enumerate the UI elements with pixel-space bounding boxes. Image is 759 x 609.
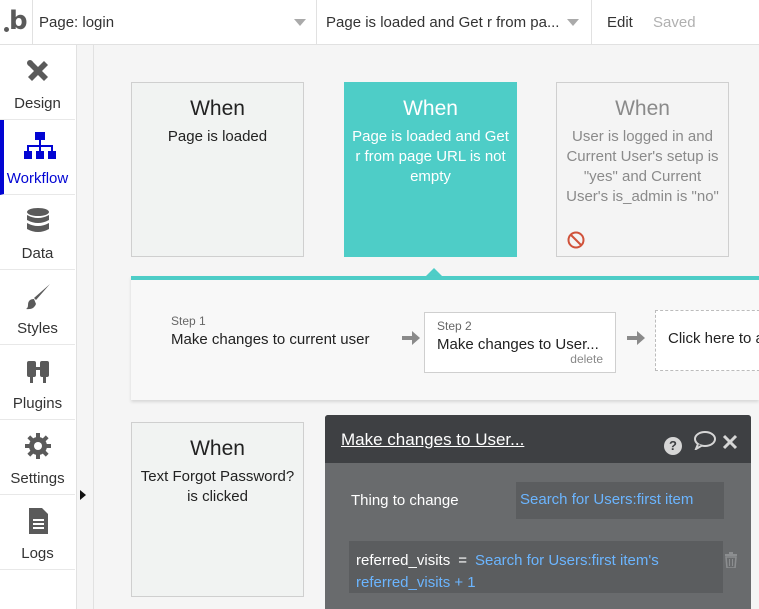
- action-editor-panel: Make changes to User... ? Thing to chang…: [325, 415, 751, 609]
- saved-status: Saved: [653, 14, 696, 31]
- sidebar: Design Workflow Data Styles Plugins Sett…: [0, 45, 77, 609]
- sidebar-item-styles[interactable]: Styles: [0, 270, 75, 345]
- delete-step-link[interactable]: delete: [570, 352, 603, 366]
- comment-icon[interactable]: [693, 430, 717, 452]
- event-condition: User is logged in and Current User's set…: [566, 128, 719, 205]
- step-2[interactable]: Step 2 Make changes to User... delete: [424, 312, 616, 373]
- event-condition: Page is loaded and Get r from page URL i…: [352, 128, 509, 185]
- sidebar-item-workflow[interactable]: Workflow: [0, 120, 75, 195]
- page-selector[interactable]: Page: login: [32, 0, 317, 44]
- assignment-equals: =: [458, 552, 467, 569]
- plug-icon: [27, 361, 49, 383]
- edit-button[interactable]: Edit: [607, 14, 633, 31]
- event-selector[interactable]: Page is loaded and Get r from pa...: [317, 0, 592, 44]
- sidebar-item-settings[interactable]: Settings: [0, 420, 75, 495]
- step-number: Step 2: [437, 319, 472, 333]
- event-card-logged-in[interactable]: When User is logged in and Current User'…: [556, 82, 729, 257]
- sidebar-item-label: Data: [21, 245, 54, 262]
- collapse-sidebar-arrow-icon[interactable]: [80, 490, 86, 500]
- sidebar-item-label: Logs: [21, 545, 54, 562]
- close-icon[interactable]: [722, 434, 738, 450]
- event-card-forgot-password[interactable]: When Text Forgot Password? is clicked: [131, 422, 304, 597]
- sidebar-item-label: Settings: [10, 470, 65, 487]
- divider: [93, 45, 94, 609]
- panel-header-icons: ?: [664, 430, 738, 455]
- disabled-icon: [567, 231, 585, 249]
- bubble-logo[interactable]: b: [0, 0, 33, 44]
- brush-icon: [26, 284, 50, 310]
- sidebar-item-label: Design: [14, 95, 61, 112]
- sidebar-item-label: Workflow: [6, 170, 69, 187]
- event-selector-label: Page is loaded and Get r from pa...: [326, 14, 560, 31]
- step-action: Make changes to User...: [437, 336, 599, 353]
- design-icon: [27, 60, 48, 81]
- workflow-icon: [24, 132, 56, 159]
- event-when-label: When: [615, 97, 670, 120]
- step-1[interactable]: Step 1 Make changes to current user: [171, 314, 369, 348]
- add-action-button[interactable]: Click here to add an action...: [655, 310, 759, 371]
- chevron-down-icon: [294, 19, 306, 26]
- gear-icon: [25, 433, 51, 459]
- field-assignment-row[interactable]: referred_visits = Search for Users:first i…: [349, 541, 723, 593]
- sidebar-item-label: Styles: [17, 320, 58, 337]
- thing-to-change-field[interactable]: Search for Users:first item: [516, 482, 724, 519]
- event-when-label: When: [190, 437, 245, 460]
- help-icon[interactable]: ?: [664, 436, 682, 455]
- page-selector-label: Page: login: [39, 14, 115, 31]
- event-when-label: When: [190, 97, 245, 120]
- event-when-label: When: [403, 97, 458, 120]
- trash-icon[interactable]: [724, 552, 738, 568]
- top-bar: b Page: login Page is loaded and Get r f…: [0, 0, 759, 45]
- assignment-field-name[interactable]: referred_visits: [356, 552, 450, 569]
- thing-to-change-label: Thing to change: [351, 492, 459, 509]
- event-condition: Page is loaded: [167, 128, 268, 145]
- step-number: Step 1: [171, 314, 206, 328]
- database-icon: [27, 208, 49, 232]
- document-icon: [29, 508, 48, 534]
- sidebar-item-logs[interactable]: Logs: [0, 495, 75, 570]
- action-steps-strip: Step 1 Make changes to current user Step…: [131, 276, 759, 400]
- sidebar-item-design[interactable]: Design: [0, 45, 75, 120]
- event-condition: Text Forgot Password? is clicked: [140, 468, 295, 505]
- panel-header: Make changes to User... ?: [325, 415, 751, 463]
- sidebar-item-data[interactable]: Data: [0, 195, 75, 270]
- panel-title[interactable]: Make changes to User...: [341, 430, 524, 450]
- arrow-right-icon: [627, 331, 645, 345]
- step-action: Make changes to current user: [171, 331, 370, 348]
- event-card-page-loaded[interactable]: When Page is loaded: [131, 82, 304, 257]
- arrow-right-icon: [402, 331, 420, 345]
- sidebar-item-label: Plugins: [12, 395, 63, 412]
- chevron-down-icon: [567, 19, 579, 26]
- sidebar-item-plugins[interactable]: Plugins: [0, 345, 75, 420]
- logo-letter: b: [9, 6, 28, 36]
- event-card-get-r[interactable]: When Page is loaded and Get r from page …: [344, 82, 517, 257]
